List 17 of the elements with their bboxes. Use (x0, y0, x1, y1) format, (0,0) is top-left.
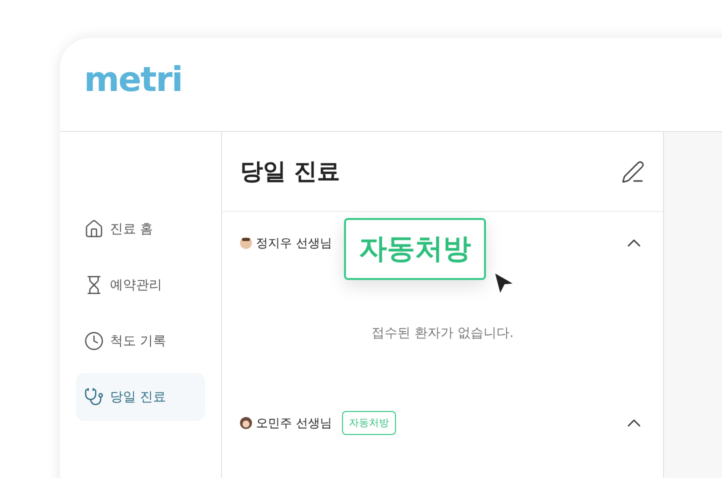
auto-prescription-callout: 자동처방 (344, 218, 486, 280)
doctor-name: 오민주 선생님 (256, 414, 332, 432)
edit-button[interactable] (621, 160, 645, 184)
clock-icon (84, 331, 104, 351)
nav-item[interactable]: 진료 홈 (76, 205, 205, 253)
home-icon (84, 219, 104, 239)
nav-item[interactable]: 당일 진료 (76, 373, 205, 421)
empty-message: 접수된 환자가 없습니다. (371, 325, 514, 342)
nav-item[interactable]: 예약관리 (76, 261, 205, 309)
logo: metri (84, 60, 182, 100)
auto-prescription-tag: 자동처방 (342, 411, 396, 435)
nav-item[interactable]: 척도 기록 (76, 317, 205, 365)
avatar-icon (240, 417, 252, 429)
avatar-icon (240, 237, 252, 249)
doctor-name: 정지우 선생님 (256, 234, 332, 252)
panel-title: 당일 진료 (240, 158, 340, 187)
stethoscope-icon (84, 387, 104, 407)
